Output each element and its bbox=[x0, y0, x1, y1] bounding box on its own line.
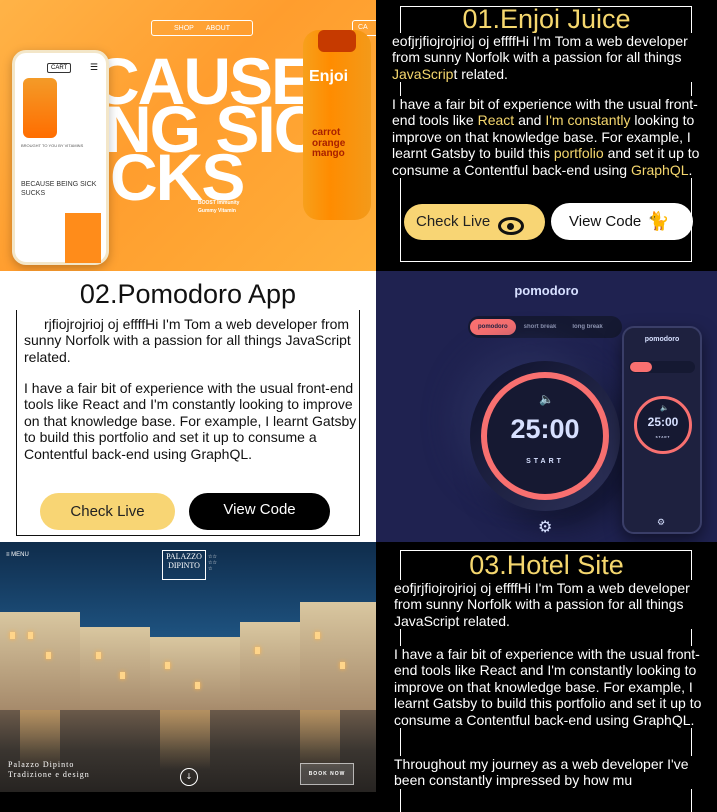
project-card-pomodoro: 02.Pomodoro App rjfiojrojrioj oj effffHi… bbox=[0, 271, 376, 542]
project-description-1: rjfiojrojrioj oj effffHi I'm Tom a web d… bbox=[24, 316, 354, 366]
phone-pomodoro-logo: pomodoro bbox=[644, 336, 680, 343]
volume-icon: 🔈 bbox=[539, 392, 554, 406]
project-title: 02.Pomodoro App bbox=[0, 279, 376, 310]
hotel-bottom-bar bbox=[0, 792, 376, 812]
phone-bottle-image bbox=[23, 78, 57, 138]
eye-icon bbox=[498, 208, 524, 244]
hotel-book-now: BOOK NOW bbox=[300, 763, 354, 785]
project-description-2: I have a fair bit of experience with the… bbox=[24, 380, 358, 462]
scroll-down-icon: ↓ bbox=[180, 768, 198, 786]
light-reflection bbox=[300, 710, 340, 770]
phone-timer-start: START bbox=[655, 435, 671, 439]
juice-nav: SHOP ABOUT bbox=[151, 20, 253, 36]
hotel-logo: PALAZZO DIPINTO bbox=[162, 550, 206, 580]
phone-gear-icon: ⚙ bbox=[657, 518, 666, 528]
boost-line-2: Gummy Vitamin bbox=[198, 207, 236, 214]
phone-volume-icon: 🔈 bbox=[660, 404, 669, 412]
boost-line-1: BOOST Immunity bbox=[198, 200, 240, 206]
phone-orange-block bbox=[65, 213, 101, 263]
hotel-site-preview-image: ≡ MENU PALAZZO DIPINTO ☆☆ ☆☆ ☆ Palazzo Dip… bbox=[0, 542, 376, 812]
window-light bbox=[46, 652, 51, 659]
desc-highlight-portfolio: portfolio bbox=[553, 145, 604, 162]
phone-heading: BECAUSE BEING SICK SUCKS bbox=[21, 181, 97, 197]
window-light bbox=[165, 662, 170, 669]
building-right bbox=[300, 602, 376, 712]
desc-highlight-constantly: I'm constantly bbox=[545, 112, 631, 129]
desc-text: eofjrjfiojrojrioj oj effffHi I'm Tom a w… bbox=[392, 33, 688, 66]
pomodoro-preview-image: pomodoro pomodoro short break long break… bbox=[376, 271, 717, 542]
window-light bbox=[315, 632, 320, 639]
building-mid-right bbox=[240, 622, 300, 712]
phone-cart: CART bbox=[47, 63, 72, 73]
check-live-button[interactable]: Check Live bbox=[40, 493, 175, 530]
phone-subtitle: BROUGHT TO YOU BY VITAMINS bbox=[21, 143, 84, 148]
view-code-label: View Code bbox=[569, 213, 642, 230]
window-light bbox=[96, 652, 101, 659]
desc-highlight-react: React bbox=[477, 112, 515, 129]
juice-bottle-brand: Enjoi bbox=[309, 68, 349, 85]
timer-display: 25:00 bbox=[510, 414, 580, 444]
juice-nav-about: ABOUT bbox=[205, 24, 230, 32]
project-description-2: I have a fair bit of experience with the… bbox=[394, 646, 706, 728]
phone-menu-icon: ☰ bbox=[89, 63, 98, 73]
timer-start: START bbox=[526, 458, 564, 465]
tab-short-break: short break bbox=[523, 324, 557, 330]
project-title: 03.Hotel Site bbox=[469, 550, 624, 580]
building-left bbox=[0, 612, 80, 712]
desc-text: . bbox=[688, 161, 693, 178]
desc-highlight-javascript: JavaScrip bbox=[392, 65, 454, 82]
phone-tab-active bbox=[630, 362, 652, 372]
phone-tabs bbox=[629, 361, 695, 373]
pomodoro-tabs: pomodoro short break long break bbox=[468, 316, 622, 338]
pomodoro-phone-mockup: pomodoro 🔈 25:00 START ⚙ bbox=[622, 326, 702, 534]
desc-text: and bbox=[514, 112, 546, 129]
gear-icon: ⚙ bbox=[538, 517, 553, 536]
juice-bottle-image bbox=[303, 30, 371, 220]
building-center bbox=[150, 637, 240, 712]
juice-phone-mockup: CART ☰ BROUGHT TO YOU BY VITAMINS BECAUS… bbox=[12, 50, 109, 265]
window-light bbox=[120, 672, 125, 679]
light-reflection bbox=[160, 710, 210, 770]
view-code-button[interactable]: View Code 🐈 bbox=[551, 203, 693, 240]
phone-timer-display: 25:00 bbox=[647, 415, 679, 429]
desc-text-end: t related. bbox=[453, 65, 508, 82]
project-description-1: eofjrjfiojrojrioj oj effffHi I'm Tom a w… bbox=[394, 580, 706, 630]
project-card-hotel-site: 03.Hotel Site eofjrjfiojrojrioj oj effff… bbox=[376, 542, 717, 812]
check-live-button[interactable]: Check Live bbox=[404, 204, 545, 240]
window-light bbox=[10, 632, 15, 639]
project-description-2: I have a fair bit of experience with the… bbox=[392, 96, 706, 178]
juice-bottle-cap bbox=[318, 30, 356, 52]
tab-pomodoro: pomodoro bbox=[470, 319, 516, 335]
hotel-name: Palazzo Dipinto Tradizione e design bbox=[8, 760, 90, 779]
window-light bbox=[340, 662, 345, 669]
pomodoro-logo: pomodoro bbox=[514, 283, 579, 298]
desc-highlight-graphql: GraphQL bbox=[630, 161, 689, 178]
github-icon: 🐈 bbox=[647, 211, 670, 231]
juice-nav-shop: SHOP bbox=[174, 24, 194, 32]
hotel-menu-button: ≡ MENU bbox=[6, 552, 29, 558]
hotel-name-line-1: Palazzo Dipinto bbox=[8, 760, 75, 769]
window-light bbox=[195, 682, 200, 689]
tab-long-break: long break bbox=[572, 324, 603, 330]
juice-bottle-flavor: carrot orange mango bbox=[312, 127, 346, 159]
enjoi-juice-preview-image: SHOP ABOUT CA CAUSE NG SICK CKS CART ☰ B… bbox=[0, 0, 376, 271]
project-card-enjoi-juice: 01.Enjoi Juice eofjrjfiojrojrioj oj efff… bbox=[376, 0, 717, 271]
hotel-name-line-2: Tradizione e design bbox=[8, 769, 90, 779]
project-description-3: Throughout my journey as a web developer… bbox=[394, 756, 706, 789]
window-light bbox=[28, 632, 33, 639]
juice-boost-text: BOOST Immunity Gummy Vitamin bbox=[198, 200, 239, 215]
view-code-button[interactable]: View Code bbox=[189, 493, 330, 530]
building-mid-left bbox=[80, 627, 150, 712]
project-title: 01.Enjoi Juice bbox=[462, 4, 631, 34]
hotel-stars-icon: ☆☆ ☆☆ ☆ bbox=[208, 554, 217, 572]
window-light bbox=[255, 647, 260, 654]
check-live-label: Check Live bbox=[416, 213, 491, 230]
project-description-1: eofjrjfiojrojrioj oj effffHi I'm Tom a w… bbox=[392, 33, 704, 83]
